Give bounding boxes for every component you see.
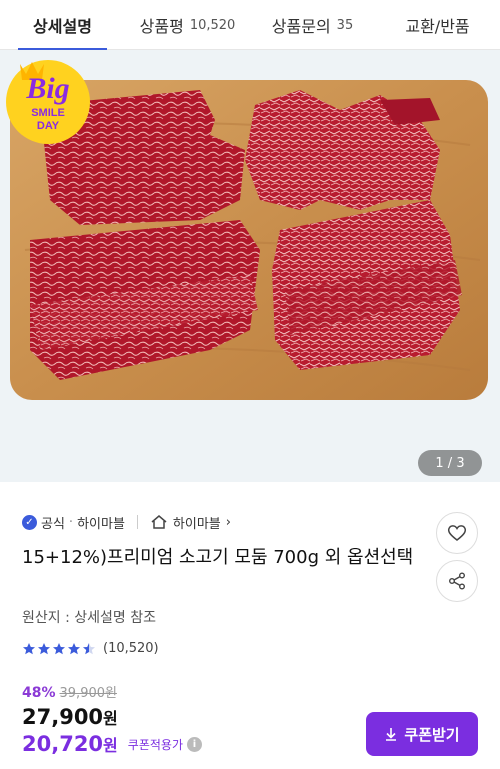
tab-reviews[interactable]: 상품평 10,520 [125,0,250,50]
divider [136,515,138,529]
tab-inquiries-count: 35 [336,17,354,33]
badge-day-text: DAY [37,120,60,132]
coupon-price: 20,720원 [22,732,118,756]
image-page-indicator: 1 / 3 [418,450,482,476]
origin-info: 원산지 : 상세설명 참조 [22,610,156,626]
star-icon [38,642,50,654]
chevron-right-icon: › [225,514,231,530]
share-icon [449,572,465,590]
store-home-icon[interactable] [150,514,168,530]
product-info: ✓ 공식 · 하이마블 하이마블 › 15+12%)프리미엄 소고기 모둠 70… [0,482,500,769]
tab-description[interactable]: 상세설명 [0,0,125,51]
info-icon[interactable]: i [186,736,202,752]
coupon-price-value: 20,720 [22,732,104,756]
seller-name[interactable]: 하이마블 [77,513,125,532]
badge-big-text: Big [25,72,69,105]
product-tabs: 상세설명 상품평 10,520 상품문의 35 교환/반품 [0,0,500,51]
half-star-icon [83,642,95,654]
rating-count: (10,520) [103,641,159,656]
store-link[interactable]: 하이마블 [173,513,221,532]
big-smile-day-badge: Big SMILE DAY [6,60,90,144]
tab-exchange-return-label: 교환/반품 [405,17,470,36]
star-icon [53,642,65,654]
product-title: 15+12%)프리미엄 소고기 모둠 700g 외 옵션선택 [22,547,414,568]
rating-row[interactable]: (10,520) [22,641,159,656]
get-coupon-label: 쿠폰받기 [404,725,460,744]
tab-reviews-count: 10,520 [189,17,236,33]
verified-check-icon: ✓ [22,514,37,530]
price-block: 48% 39,900원 27,900원 20,720원 쿠폰적용가 i [22,682,202,756]
get-coupon-button[interactable]: 쿠폰받기 [366,712,478,756]
download-icon [386,728,397,741]
product-image-carousel[interactable]: Big SMILE DAY 1 / 3 [0,50,500,482]
star-rating [22,642,97,656]
like-button[interactable] [436,512,478,554]
sale-price-unit: 원 [103,709,118,728]
tab-inquiries-label: 상품문의 [271,17,331,36]
original-price: 39,900원 [59,686,117,701]
coupon-price-row: 20,720원 쿠폰적용가 i [22,732,202,756]
sale-price: 27,900원 [22,705,202,729]
seller-row: ✓ 공식 · 하이마블 하이마블 › [22,512,231,532]
sale-price-value: 27,900 [22,705,104,729]
separator-dot: · [68,514,74,530]
official-label: 공식 [41,516,65,532]
coupon-price-label: 쿠폰적용가 [127,737,183,752]
tab-exchange-return[interactable]: 교환/반품 [375,0,500,50]
share-button[interactable] [436,560,478,602]
tab-reviews-label: 상품평 [139,17,184,36]
heart-icon [447,525,467,541]
coupon-price-unit: 원 [103,736,118,755]
tab-inquiries[interactable]: 상품문의 35 [250,0,375,50]
star-icon [68,642,80,654]
discount-rate: 48% [22,685,56,701]
badge-smile-text: SMILE [31,107,65,119]
tab-description-label: 상세설명 [33,17,92,36]
star-icon [23,642,35,654]
